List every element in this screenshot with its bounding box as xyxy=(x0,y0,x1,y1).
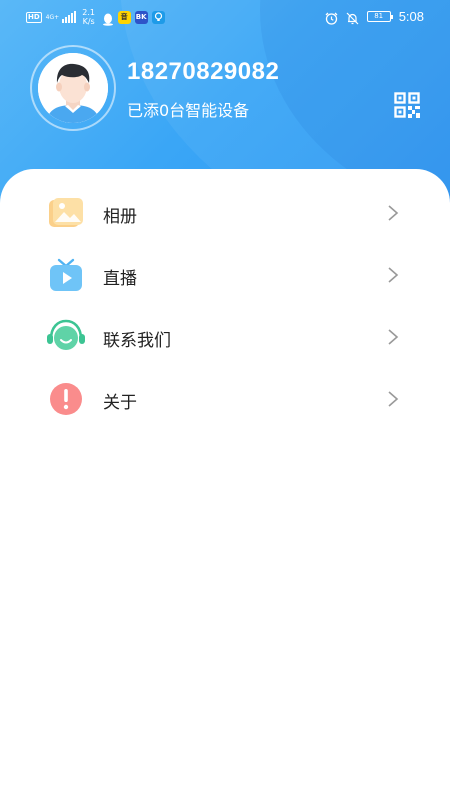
device-count: 已添0台智能设备 xyxy=(127,101,250,120)
network-speed: 2.1 K/s xyxy=(80,8,98,26)
alarm-icon xyxy=(325,10,338,25)
menu-item-label: 关于 xyxy=(103,393,137,413)
clock: 5:08 xyxy=(398,9,424,24)
menu-item-contact[interactable]: 联系我们 xyxy=(0,306,450,368)
avatar[interactable] xyxy=(38,53,108,123)
menu-card: 相册 直播 联系我们 关于 xyxy=(0,169,450,800)
status-bar-left: HD 4G+ 2.1 K/s 音 BK xyxy=(26,8,165,26)
chevron-right-icon xyxy=(386,204,400,222)
qq-icon xyxy=(102,11,114,26)
signal-icon xyxy=(61,11,76,23)
status-bar-right: 81 5:08 xyxy=(325,9,424,25)
status-bar: HD 4G+ 2.1 K/s 音 BK 81 5:08 xyxy=(0,0,450,34)
app-notification-icon: BK xyxy=(134,10,148,24)
customer-service-icon xyxy=(46,319,86,355)
network-type: 4G+ xyxy=(45,13,60,21)
menu-item-album[interactable]: 相册 xyxy=(0,182,450,244)
app-notification-icon: 音 xyxy=(117,10,131,24)
menu-item-label: 相册 xyxy=(103,207,137,227)
album-icon xyxy=(46,195,86,231)
about-icon xyxy=(46,381,86,417)
battery-icon: 81 xyxy=(366,11,393,22)
menu-item-live[interactable]: 直播 xyxy=(0,244,450,306)
network-speed-unit: K/s xyxy=(82,17,95,26)
chevron-right-icon xyxy=(386,328,400,346)
network-speed-value: 2.1 xyxy=(82,8,96,17)
hd-indicator: HD xyxy=(26,11,42,23)
menu-item-about[interactable]: 关于 xyxy=(0,368,450,430)
chevron-right-icon xyxy=(386,266,400,284)
user-avatar-icon xyxy=(38,53,108,123)
chevron-right-icon xyxy=(386,390,400,408)
mute-bell-icon xyxy=(346,10,359,25)
live-tv-icon xyxy=(46,257,86,293)
phone-number: 18270829082 xyxy=(127,58,280,85)
bulb-icon xyxy=(151,10,165,24)
menu-item-label: 直播 xyxy=(103,269,137,289)
qr-code-icon[interactable] xyxy=(394,92,420,118)
menu-item-label: 联系我们 xyxy=(103,331,171,351)
